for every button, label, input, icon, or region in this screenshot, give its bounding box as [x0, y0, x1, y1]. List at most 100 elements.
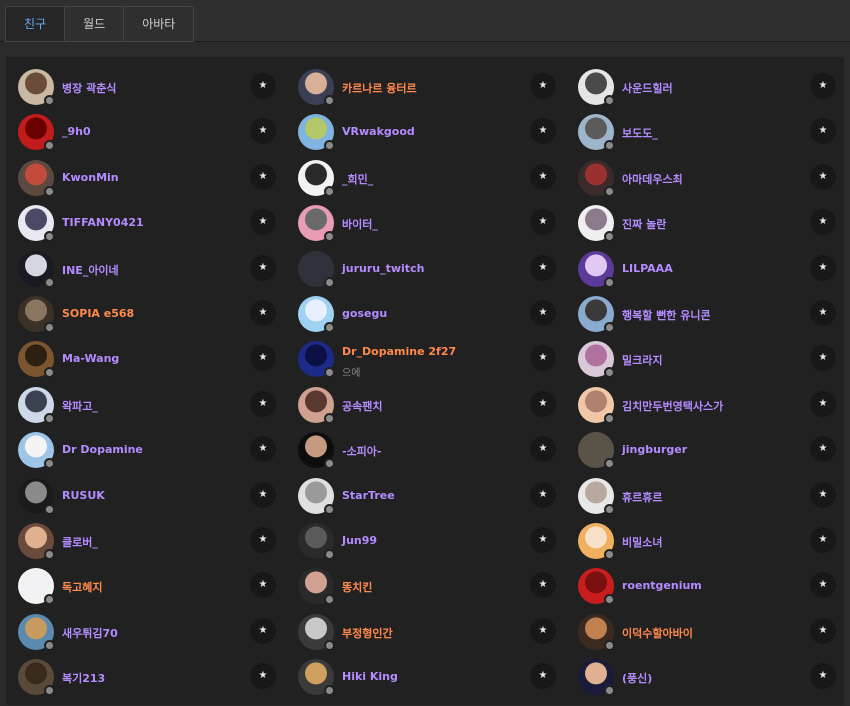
friend-item[interactable]: LILPAAA ★	[574, 247, 844, 292]
favorite-star-button[interactable]: ★	[530, 572, 556, 599]
friend-item[interactable]: -소피아- ★	[294, 428, 574, 473]
friend-item[interactable]: 휴르휴르 ★	[574, 474, 844, 519]
favorite-star-button[interactable]: ★	[250, 390, 276, 417]
friend-item[interactable]: gosegu ★	[294, 292, 574, 337]
friend-name[interactable]: (풍신)	[622, 670, 652, 686]
friend-item[interactable]: Dr Dopamine ★	[14, 428, 294, 473]
friend-name[interactable]: roentgenium	[622, 579, 702, 592]
friend-item[interactable]: 병장 곽춘식 ★	[14, 65, 294, 110]
favorite-star-button[interactable]: ★	[530, 299, 556, 326]
friend-name[interactable]: 이덕수할아바이	[622, 625, 693, 641]
friend-name[interactable]: 카르나르 융터르	[342, 80, 417, 96]
friend-item[interactable]: KwonMin ★	[14, 156, 294, 201]
favorite-star-button[interactable]: ★	[530, 254, 556, 281]
friend-item[interactable]: VRwakgood ★	[294, 110, 574, 155]
friend-name[interactable]: _9h0	[62, 125, 91, 138]
friend-item[interactable]: 복기213 ★	[14, 655, 294, 700]
friend-name[interactable]: Dr Dopamine	[62, 443, 143, 456]
friend-item[interactable]: 새우튀김70 ★	[14, 610, 294, 655]
friend-name[interactable]: 부정형인간	[342, 625, 393, 641]
friend-item[interactable]: 밀크라지 ★	[574, 337, 844, 382]
friend-name[interactable]: SOPIA e568	[62, 307, 134, 320]
friend-item[interactable]: INE_아이네 ★	[14, 247, 294, 292]
friend-name[interactable]: 밀크라지	[622, 352, 662, 368]
friend-item[interactable]: 비밀소녀 ★	[574, 519, 844, 564]
friend-name[interactable]: VRwakgood	[342, 125, 415, 138]
friend-name[interactable]: KwonMin	[62, 171, 119, 184]
favorite-star-button[interactable]: ★	[250, 254, 276, 281]
friend-item[interactable]: Ma-Wang ★	[14, 337, 294, 382]
friend-item[interactable]: roentgenium ★	[574, 564, 844, 609]
favorite-star-button[interactable]: ★	[530, 73, 556, 99]
friend-item[interactable]: Jun99 ★	[294, 519, 574, 564]
friend-name[interactable]: jingburger	[622, 443, 687, 456]
friend-name[interactable]: 똥치킨	[342, 579, 372, 595]
favorite-star-button[interactable]: ★	[250, 345, 276, 372]
friend-item[interactable]: 이덕수할아바이 ★	[574, 610, 844, 655]
favorite-star-button[interactable]: ★	[250, 118, 276, 145]
friend-name[interactable]: 비밀소녀	[622, 534, 662, 550]
friend-name[interactable]: 공속팬치	[342, 398, 382, 414]
favorite-star-button[interactable]: ★	[810, 73, 836, 99]
favorite-star-button[interactable]: ★	[530, 163, 556, 190]
favorite-star-button[interactable]: ★	[250, 663, 276, 690]
friend-item[interactable]: 아마데우스최 ★	[574, 156, 844, 201]
friend-item[interactable]: StarTree ★	[294, 474, 574, 519]
friend-name[interactable]: _희민_	[342, 171, 373, 187]
friend-name[interactable]: 아마데우스최	[622, 171, 683, 187]
friend-name[interactable]: 독고혜지	[62, 579, 102, 595]
favorite-star-button[interactable]: ★	[250, 436, 276, 463]
friend-item[interactable]: TIFFANY0421 ★	[14, 201, 294, 246]
friend-item[interactable]: Dr_Dopamine 2f27 으에 ★	[294, 337, 574, 382]
friend-name[interactable]: 진짜 놀란	[622, 216, 666, 232]
favorite-star-button[interactable]: ★	[530, 617, 556, 644]
friend-item[interactable]: 클로버_ ★	[14, 519, 294, 564]
friend-name[interactable]: StarTree	[342, 489, 395, 502]
favorite-star-button[interactable]: ★	[810, 163, 836, 190]
favorite-star-button[interactable]: ★	[530, 436, 556, 463]
friend-name[interactable]: 왁파고_	[62, 398, 98, 414]
friend-name[interactable]: 복기213	[62, 670, 105, 686]
favorite-star-button[interactable]: ★	[530, 118, 556, 145]
favorite-star-button[interactable]: ★	[810, 572, 836, 599]
favorite-star-button[interactable]: ★	[810, 436, 836, 463]
friend-item[interactable]: 보도도_ ★	[574, 110, 844, 155]
friend-item[interactable]: (풍신) ★	[574, 655, 844, 700]
friend-item[interactable]: 김치만두번영택사스가 ★	[574, 383, 844, 428]
friend-name[interactable]: 클로버_	[62, 534, 98, 550]
favorite-star-button[interactable]: ★	[810, 299, 836, 326]
friend-name[interactable]: 행복할 뻔한 유니콘	[622, 307, 711, 323]
friend-name[interactable]: 사운드힐러	[622, 80, 673, 96]
favorite-star-button[interactable]: ★	[250, 209, 276, 236]
friend-name[interactable]: -소피아-	[342, 443, 382, 459]
friend-name[interactable]: TIFFANY0421	[62, 216, 144, 229]
favorite-star-button[interactable]: ★	[530, 526, 556, 553]
friend-item[interactable]: 공속팬치 ★	[294, 383, 574, 428]
friend-name[interactable]: LILPAAA	[622, 262, 673, 275]
favorite-star-button[interactable]: ★	[530, 209, 556, 236]
friend-name[interactable]: Ma-Wang	[62, 352, 119, 365]
favorite-star-button[interactable]: ★	[250, 572, 276, 599]
tab-worlds[interactable]: 월드	[65, 7, 125, 41]
friend-name[interactable]: 보도도_	[622, 125, 658, 141]
favorite-star-button[interactable]: ★	[810, 481, 836, 508]
friend-item[interactable]: Hiki King ★	[294, 655, 574, 700]
friend-item[interactable]: 진짜 놀란 ★	[574, 201, 844, 246]
friend-name[interactable]: RUSUK	[62, 489, 105, 502]
friend-item[interactable]: 카르나르 융터르 ★	[294, 65, 574, 110]
favorite-star-button[interactable]: ★	[810, 617, 836, 644]
friend-item[interactable]: jingburger ★	[574, 428, 844, 473]
friend-item[interactable]: 사운드힐러 ★	[574, 65, 844, 110]
favorite-star-button[interactable]: ★	[250, 163, 276, 190]
friend-name[interactable]: 휴르휴르	[622, 489, 662, 505]
tab-friends[interactable]: 친구	[6, 7, 66, 41]
favorite-star-button[interactable]: ★	[810, 118, 836, 145]
friend-item[interactable]: 독고혜지 ★	[14, 564, 294, 609]
favorite-star-button[interactable]: ★	[250, 481, 276, 508]
friend-name[interactable]: 병장 곽춘식	[62, 80, 116, 96]
favorite-star-button[interactable]: ★	[810, 345, 836, 372]
favorite-star-button[interactable]: ★	[250, 299, 276, 326]
friend-item[interactable]: 똥치킨 ★	[294, 564, 574, 609]
friend-name[interactable]: Dr_Dopamine 2f27	[342, 345, 456, 358]
friend-item[interactable]: SOPIA e568 ★	[14, 292, 294, 337]
